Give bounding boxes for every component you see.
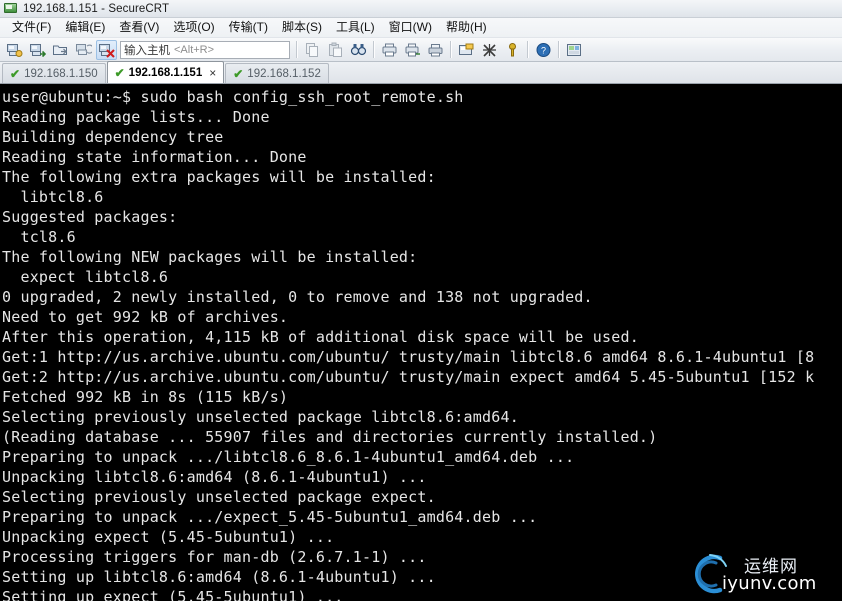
terminal-line: Setting up expect (5.45-5ubuntu1) ... (2, 588, 344, 601)
connected-check-icon: ✔ (114, 65, 125, 80)
menu-options[interactable]: 选项(O) (166, 19, 221, 37)
terminal-line: Preparing to unpack .../libtcl8.6_8.6.1-… (2, 448, 575, 466)
terminal-output: user@ubuntu:~$ sudo bash config_ssh_root… (2, 87, 842, 601)
terminal-line: Setting up libtcl8.6:amd64 (8.6.1-4ubunt… (2, 568, 436, 586)
log-session-icon[interactable] (402, 40, 423, 60)
menu-tools[interactable]: 工具(L) (329, 19, 382, 37)
toolbar-separator-5 (558, 41, 560, 58)
menu-edit[interactable]: 编辑(E) (58, 19, 112, 37)
terminal-line: Unpacking libtcl8.6:amd64 (8.6.1-4ubuntu… (2, 468, 427, 486)
toolbar-separator-2 (373, 41, 375, 58)
terminal-line: The following extra packages will be ins… (2, 168, 436, 186)
terminal-line: tcl8.6 (2, 228, 76, 246)
terminal-line: user@ubuntu:~$ sudo bash config_ssh_root… (2, 88, 464, 106)
terminal-line: Reading package lists... Done (2, 108, 270, 126)
menu-transfer[interactable]: 传输(T) (222, 19, 275, 37)
terminal-line: The following NEW packages will be insta… (2, 248, 418, 266)
terminal-line: expect libtcl8.6 (2, 268, 169, 286)
connected-check-icon: ✔ (233, 66, 244, 81)
terminal-line: Preparing to unpack .../expect_5.45-5ubu… (2, 508, 538, 526)
terminal-line: Need to get 992 kB of archives. (2, 308, 289, 326)
toolbar-separator-3 (450, 41, 452, 58)
terminal-line: Processing triggers for man-db (2.6.7.1-… (2, 548, 427, 566)
tab-label: 192.168.1.151 (128, 66, 203, 79)
global-options-icon[interactable] (479, 40, 500, 60)
menu-window[interactable]: 窗口(W) (382, 19, 439, 37)
menu-bar: 文件(F) 编辑(E) 查看(V) 选项(O) 传输(T) 脚本(S) 工具(L… (0, 18, 842, 38)
help-icon[interactable]: ? (533, 40, 554, 60)
tab-strip: ✔ 192.168.1.150 ✔ 192.168.1.151 × ✔ 192.… (0, 61, 842, 84)
terminal-line: libtcl8.6 (2, 188, 104, 206)
host-input[interactable]: 输入主机 <Alt+R> (120, 40, 290, 59)
terminal-line: Get:2 http://us.archive.ubuntu.com/ubunt… (2, 368, 815, 386)
connected-check-icon: ✔ (10, 66, 21, 81)
host-placeholder: 输入主机 (124, 44, 170, 57)
quick-connect-icon[interactable] (27, 40, 48, 60)
tab-192-168-1-150[interactable]: ✔ 192.168.1.150 (2, 63, 106, 83)
title-bar: 192.168.1.151 - SecureCRT (0, 0, 842, 18)
menu-view[interactable]: 查看(V) (112, 19, 166, 37)
print-screen-icon[interactable] (425, 40, 446, 60)
menu-help[interactable]: 帮助(H) (439, 19, 494, 37)
tab-192-168-1-152[interactable]: ✔ 192.168.1.152 (225, 63, 329, 83)
toolbar: 输入主机 <Alt+R> ? (0, 38, 842, 62)
terminal-line: Get:1 http://us.archive.ubuntu.com/ubunt… (2, 348, 815, 366)
tab-192-168-1-151[interactable]: ✔ 192.168.1.151 × (106, 61, 225, 83)
terminal-screen[interactable]: user@ubuntu:~$ sudo bash config_ssh_root… (0, 84, 842, 601)
session-manager-icon[interactable] (564, 40, 585, 60)
tab-label: 192.168.1.150 (24, 67, 98, 80)
window-title: 192.168.1.151 - SecureCRT (23, 2, 170, 15)
toolbar-separator-4 (527, 41, 529, 58)
print-icon[interactable] (379, 40, 400, 60)
svg-text:?: ? (541, 45, 546, 55)
menu-file[interactable]: 文件(F) (5, 19, 58, 37)
find-icon[interactable] (348, 40, 369, 60)
terminal-line: Building dependency tree (2, 128, 224, 146)
new-session-icon[interactable] (4, 40, 25, 60)
terminal-line: 0 upgraded, 2 newly installed, 0 to remo… (2, 288, 593, 306)
session-options-icon[interactable] (456, 40, 477, 60)
terminal-line: Selecting previously unselected package … (2, 408, 519, 426)
tab-label: 192.168.1.152 (247, 67, 321, 80)
copy-icon[interactable] (302, 40, 323, 60)
toolbar-separator-1 (296, 41, 298, 58)
terminal-line: Reading state information... Done (2, 148, 307, 166)
terminal-line: After this operation, 4,115 kB of additi… (2, 328, 639, 346)
terminal-line: Suggested packages: (2, 208, 178, 226)
connect-folder-icon[interactable] (50, 40, 71, 60)
terminal-line: Selecting previously unselected package … (2, 488, 436, 506)
terminal-line: Fetched 992 kB in 8s (115 kB/s) (2, 388, 289, 406)
disconnect-icon[interactable] (96, 39, 117, 60)
securecrt-app-icon (4, 2, 18, 15)
host-shortcut-hint: <Alt+R> (174, 43, 215, 56)
tab-close-icon[interactable]: × (209, 67, 216, 79)
key-icon[interactable] (502, 40, 523, 60)
terminal-line: (Reading database ... 55907 files and di… (2, 428, 658, 446)
terminal-line: Unpacking expect (5.45-5ubuntu1) ... (2, 528, 335, 546)
clone-session-icon[interactable] (73, 40, 94, 60)
menu-script[interactable]: 脚本(S) (275, 19, 329, 37)
paste-icon[interactable] (325, 40, 346, 60)
